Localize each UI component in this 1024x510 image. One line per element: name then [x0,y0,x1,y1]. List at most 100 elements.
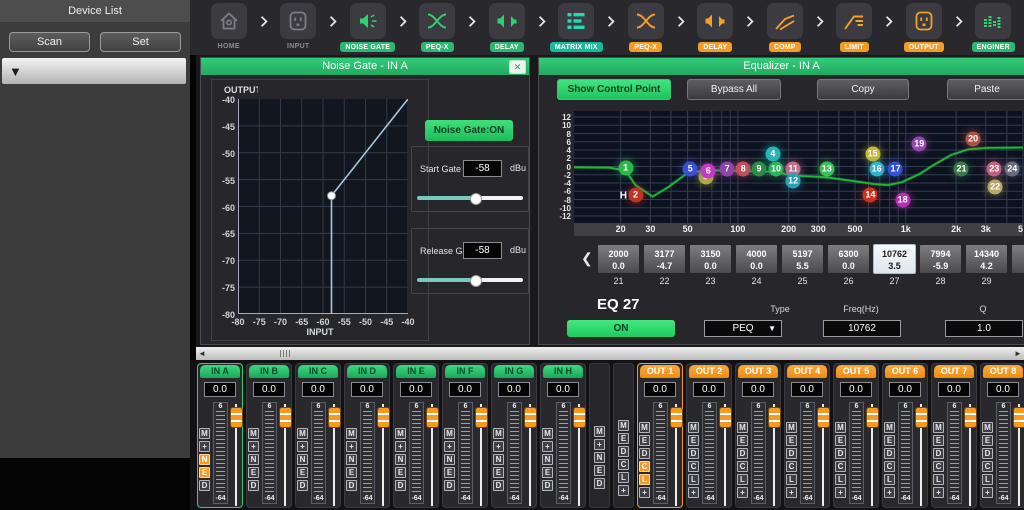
nav-item-input[interactable]: INPUT [268,0,330,50]
master-button-n[interactable]: N [594,452,605,463]
channel-strip-in-f[interactable]: IN F0.0M+NED6-64 [442,363,488,508]
channel-button-c[interactable]: C [884,461,895,472]
channel-button-n[interactable]: N [395,454,406,465]
channel-button-e[interactable]: E [444,467,455,478]
eq-band-cell[interactable]: 20000.0 [597,244,640,274]
channel-button-n[interactable]: N [444,454,455,465]
start-gate-slider[interactable] [417,193,523,203]
channel-label[interactable]: OUT 8 [983,365,1023,378]
eq-control-point-24[interactable]: 24 [1005,161,1020,176]
eq-control-point-9[interactable]: 9 [751,161,766,176]
fader-handle[interactable] [866,407,879,428]
eq-band-cell[interactable]: 63000.0 [827,244,870,274]
channel-button-e[interactable]: E [835,435,846,446]
scrollbar-grip[interactable] [280,350,291,357]
master-button-e[interactable]: E [594,465,605,476]
channel-strip-in-c[interactable]: IN C0.0M+NED6-64 [295,363,341,508]
fader-handle[interactable] [768,407,781,428]
channel-strip-in-d[interactable]: IN D0.0M+NED6-64 [344,363,390,508]
channel-strip-in-e[interactable]: IN E0.0M+NED6-64 [393,363,439,508]
channel-gain-value[interactable]: 0.0 [742,382,774,397]
channel-button-m[interactable]: M [346,428,357,439]
eq-freq-input[interactable]: 10762 [823,320,901,337]
eq-control-point-6[interactable]: 6 [701,163,716,178]
channel-label[interactable]: OUT 6 [885,365,925,378]
channel-button-l[interactable]: L [639,474,650,485]
eq-control-point-10[interactable]: 10 [769,161,784,176]
channel-label[interactable]: OUT 2 [689,365,729,378]
eq-plot[interactable]: 12H3567894101112131415161718192021222324 [574,111,1023,223]
show-control-point-button[interactable]: Show Control Point [557,79,671,100]
fader-handle[interactable] [426,407,439,428]
channel-button-plus[interactable]: + [444,441,455,452]
nav-item-matrix-mix[interactable]: MATRIX MIX [546,0,608,52]
gate-plot[interactable] [238,99,408,314]
nav-item-comp[interactable]: COMP [754,0,816,52]
channel-label[interactable]: IN B [249,365,289,378]
eq-control-point-20[interactable]: 20 [966,131,981,146]
channel-strip-out-8[interactable]: OUT 80.0MEDCL+6-64 [980,363,1024,508]
channel-gain-value[interactable]: 0.0 [498,382,530,397]
channel-button-d[interactable]: D [493,480,504,491]
channel-button-m[interactable]: M [248,428,259,439]
eq-control-point-14[interactable]: 14 [863,188,878,203]
channel-button-plus[interactable]: + [786,487,797,498]
channel-button-d[interactable]: D [737,448,748,459]
channel-button-plus[interactable]: + [248,441,259,452]
release-gate-value[interactable]: -58 [463,242,502,259]
channel-button-plus[interactable]: + [884,487,895,498]
channel-button-d[interactable]: D [444,480,455,491]
channel-button-c[interactable]: C [933,461,944,472]
nav-item-home[interactable]: HOME [198,0,260,50]
scrollbar-track[interactable] [208,347,1012,360]
channel-button-d[interactable]: D [835,448,846,459]
channel-button-l[interactable]: L [835,474,846,485]
channel-button-e[interactable]: E [542,467,553,478]
channel-button-d[interactable]: D [688,448,699,459]
channel-button-plus[interactable]: + [933,487,944,498]
channel-button-c[interactable]: C [786,461,797,472]
bands-prev-icon[interactable]: ❮ [581,250,593,267]
channel-button-e[interactable]: E [248,467,259,478]
channel-button-c[interactable]: C [688,461,699,472]
eq-band-cell[interactable]: 3177-4.7 [643,244,686,274]
channel-label[interactable]: IN E [396,365,436,378]
fader-handle[interactable] [328,407,341,428]
scroll-right-icon[interactable]: ► [1012,349,1024,358]
channel-strip-out-6[interactable]: OUT 60.0MEDCL+6-64 [882,363,928,508]
eq-control-point-7[interactable]: 7 [720,161,735,176]
channel-button-e[interactable]: E [199,467,210,478]
channel-button-m[interactable]: M [199,428,210,439]
channel-gain-value[interactable]: 0.0 [791,382,823,397]
eq-control-point-22[interactable]: 22 [988,180,1003,195]
channel-button-m[interactable]: M [297,428,308,439]
channel-button-e[interactable]: E [933,435,944,446]
channel-button-m[interactable]: M [444,428,455,439]
channel-button-e[interactable]: E [884,435,895,446]
channel-button-l[interactable]: L [933,474,944,485]
channel-button-m[interactable]: M [688,422,699,433]
channel-fader[interactable] [768,400,781,506]
channel-button-n[interactable]: N [248,454,259,465]
channel-strip-out-4[interactable]: OUT 40.0MEDCL+6-64 [784,363,830,508]
channel-fader[interactable] [866,400,879,506]
release-gate-slider[interactable] [417,275,523,285]
channel-button-l[interactable]: L [688,474,699,485]
channel-button-plus[interactable]: + [688,487,699,498]
channel-button-plus[interactable]: + [199,441,210,452]
device-dropdown[interactable]: ▼ [2,58,186,84]
channel-button-e[interactable]: E [639,435,650,446]
channel-button-l[interactable]: L [737,474,748,485]
scroll-left-icon[interactable]: ◄ [196,349,208,358]
eq-band-cell[interactable]: 51975.5 [781,244,824,274]
master-button-m[interactable]: M [594,426,605,437]
channel-fader[interactable] [279,400,292,506]
channel-button-c[interactable]: C [639,461,650,472]
channel-button-e[interactable]: E [493,467,504,478]
master-button-l[interactable]: L [618,472,629,483]
master-button-d[interactable]: D [618,446,629,457]
channel-button-n[interactable]: N [199,454,210,465]
channel-button-m[interactable]: M [982,422,993,433]
channel-button-plus[interactable]: + [542,441,553,452]
nav-item-output[interactable]: OUTPUT [893,0,955,52]
